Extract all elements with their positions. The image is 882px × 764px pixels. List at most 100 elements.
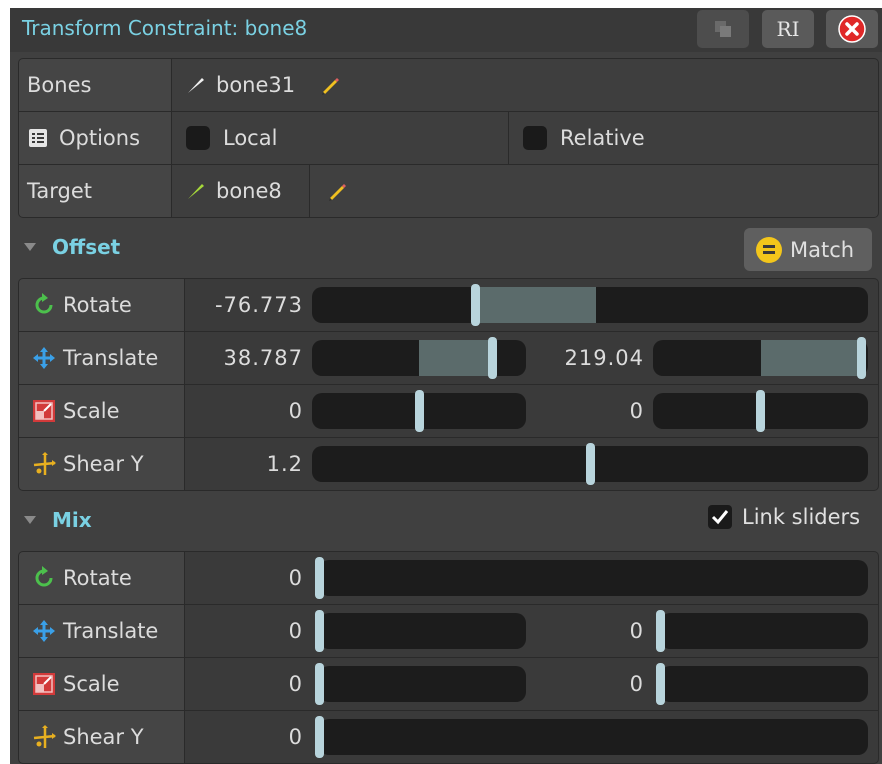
mix-translate-y-handle[interactable] <box>656 610 665 652</box>
options-row: Options Local Relative <box>19 112 878 164</box>
collapse-triangle-icon <box>24 516 36 524</box>
link-sliders-checkbox[interactable] <box>708 505 732 529</box>
mix-shear-value[interactable]: 0 <box>185 711 303 763</box>
title-bar: Transform Constraint: bone8 RI <box>10 8 882 52</box>
target-value[interactable]: bone8 <box>172 165 309 217</box>
offset-translate-x-value[interactable]: 38.787 <box>185 332 303 384</box>
offset-scale-y-handle[interactable] <box>756 390 765 432</box>
mix-shear-handle[interactable] <box>315 716 324 758</box>
target-name: bone8 <box>216 179 282 203</box>
translate-arrows-icon <box>33 620 55 642</box>
link-sliders-toggle[interactable]: Link sliders <box>708 505 860 529</box>
bone-icon <box>188 184 204 199</box>
offset-rotate-row: Rotate -76.773 <box>19 279 878 331</box>
offset-section-header[interactable]: Offset <box>18 235 120 259</box>
local-checkbox[interactable] <box>186 126 210 150</box>
mix-scale-label-cell: Scale <box>19 658 184 710</box>
rotate-icon <box>35 566 53 587</box>
offset-scale-y-value[interactable]: 0 <box>526 385 644 437</box>
mix-translate-controls: 0 0 <box>185 605 878 657</box>
offset-translate-controls: 38.787 219.04 <box>185 332 878 384</box>
target-edit-cell <box>310 165 878 217</box>
offset-rotate-value[interactable]: -76.773 <box>185 279 303 331</box>
offset-scale-controls: 0 0 <box>185 385 878 437</box>
offset-scale-label-cell: Scale <box>19 385 184 437</box>
offset-scale-x-handle[interactable] <box>414 390 424 432</box>
mix-scale-y-slider[interactable] <box>660 666 868 702</box>
duplicate-icon <box>715 21 731 37</box>
match-icon <box>756 236 782 263</box>
shear-icon <box>33 452 56 475</box>
local-toggle[interactable]: Local <box>172 112 508 164</box>
mix-grid: Rotate 0 Translate 0 0 Scale 0 0 Shear Y… <box>18 551 879 764</box>
mix-scale-y-value[interactable]: 0 <box>526 658 644 710</box>
offset-translate-y-handle[interactable] <box>856 337 866 379</box>
mix-rotate-value[interactable]: 0 <box>185 552 303 604</box>
properties-grid: Bones bone31 Options Local Relative Targ… <box>18 58 879 218</box>
checkmark-icon <box>711 510 729 525</box>
mix-scale-x-slider[interactable] <box>319 666 526 702</box>
mix-rotate-slider[interactable] <box>319 560 868 596</box>
mix-shear-controls: 0 <box>185 711 878 763</box>
offset-rotate-handle[interactable] <box>470 284 480 326</box>
duplicate-button[interactable] <box>697 10 749 48</box>
offset-scale-row: Scale 0 0 <box>19 385 878 437</box>
rotate-label: Rotate <box>63 293 132 317</box>
match-button[interactable]: Match <box>744 228 872 271</box>
offset-translate-x-handle[interactable] <box>488 337 498 379</box>
rotate-icon <box>35 293 53 314</box>
offset-shear-handle[interactable] <box>585 443 595 485</box>
bones-name: bone31 <box>216 73 296 97</box>
mix-translate-x-handle[interactable] <box>315 610 324 652</box>
options-label: Options <box>59 126 141 150</box>
mix-shear-row: Shear Y 0 <box>19 711 878 763</box>
mix-scale-controls: 0 0 <box>185 658 878 710</box>
mix-translate-x-slider[interactable] <box>319 613 526 649</box>
pencil-icon[interactable] <box>326 180 348 202</box>
mix-translate-x-value[interactable]: 0 <box>185 605 303 657</box>
mix-rotate-row: Rotate 0 <box>19 552 878 604</box>
mix-translate-label-cell: Translate <box>19 605 184 657</box>
mix-title: Mix <box>52 508 92 532</box>
offset-shear-value[interactable]: 1.2 <box>185 438 303 490</box>
scale-icon <box>33 673 55 695</box>
collapse-triangle-icon <box>24 243 36 251</box>
link-sliders-label: Link sliders <box>742 505 861 529</box>
offset-shear-controls: 1.2 <box>185 438 878 490</box>
offset-shear-label-cell: Shear Y <box>19 438 184 490</box>
shear-label: Shear Y <box>63 452 144 476</box>
mix-shear-slider[interactable] <box>319 719 868 755</box>
offset-translate-y-value[interactable]: 219.04 <box>526 332 644 384</box>
mix-rotate-handle[interactable] <box>315 557 324 599</box>
mix-scale-y-handle[interactable] <box>656 663 665 705</box>
rename-button[interactable]: RI <box>762 10 814 48</box>
mix-scale-x-value[interactable]: 0 <box>185 658 303 710</box>
target-label: Target <box>19 165 171 217</box>
offset-translate-y-slider[interactable] <box>653 340 868 376</box>
relative-checkbox[interactable] <box>523 126 547 150</box>
close-button[interactable] <box>826 10 878 48</box>
mix-shear-label-cell: Shear Y <box>19 711 184 763</box>
offset-rotate-slider[interactable] <box>312 287 868 323</box>
scale-label: Scale <box>63 399 120 423</box>
close-icon <box>838 15 866 43</box>
offset-scale-x-value[interactable]: 0 <box>185 385 303 437</box>
bones-label: Bones <box>19 59 171 111</box>
pencil-icon[interactable] <box>319 74 341 96</box>
local-label: Local <box>223 126 278 150</box>
mix-section-header[interactable]: Mix <box>18 508 92 532</box>
match-label: Match <box>790 237 855 262</box>
relative-toggle[interactable]: Relative <box>509 112 878 164</box>
offset-translate-row: Translate 38.787 219.04 <box>19 332 878 384</box>
mix-translate-y-slider[interactable] <box>660 613 868 649</box>
options-label-cell: Options <box>19 112 171 164</box>
bones-value[interactable]: bone31 <box>172 59 878 111</box>
mix-scale-x-handle[interactable] <box>315 663 324 705</box>
scale-icon <box>33 400 55 422</box>
offset-grid: Rotate -76.773 Translate 38.787 219.04 S… <box>18 278 879 491</box>
options-list-icon <box>29 129 47 147</box>
mix-translate-y-value[interactable]: 0 <box>526 605 644 657</box>
bone-icon <box>188 78 204 93</box>
offset-translate-label-cell: Translate <box>19 332 184 384</box>
transform-constraint-panel: Transform Constraint: bone8 RI Bones bon… <box>10 8 882 764</box>
